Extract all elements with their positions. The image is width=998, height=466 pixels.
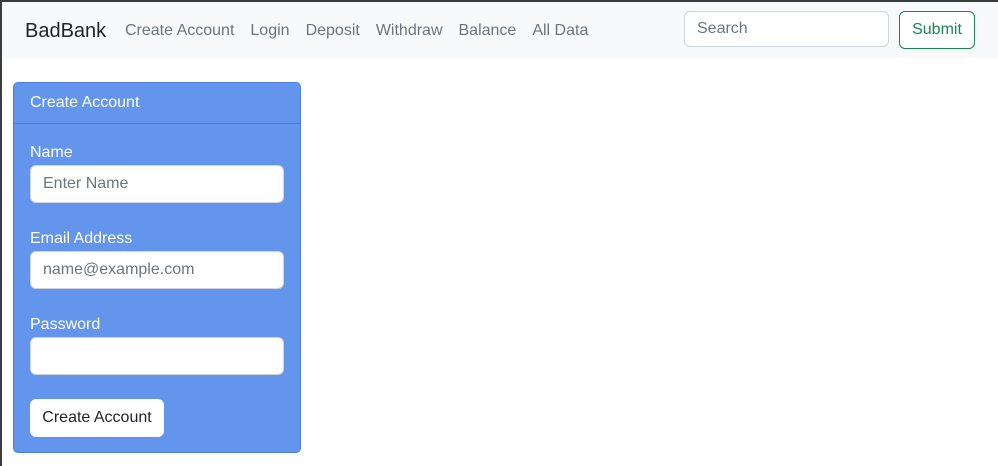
nav-link-login[interactable]: Login — [250, 20, 289, 42]
name-field[interactable] — [30, 165, 284, 203]
create-account-card: Create Account Name Email Address Passwo… — [13, 82, 301, 453]
nav-link-all-data[interactable]: All Data — [532, 20, 588, 42]
search-input[interactable] — [684, 11, 889, 47]
nav-link-deposit[interactable]: Deposit — [306, 20, 360, 42]
search-submit-button[interactable]: Submit — [899, 11, 975, 49]
password-field[interactable] — [30, 337, 284, 375]
navbar: BadBank Create Account Login Deposit Wit… — [2, 2, 998, 58]
email-label: Email Address — [30, 230, 133, 247]
nav-link-balance[interactable]: Balance — [459, 20, 517, 42]
brand-link[interactable]: BadBank — [25, 18, 106, 44]
nav-link-create-account[interactable]: Create Account — [125, 20, 234, 42]
nav-links: Create Account Login Deposit Withdraw Ba… — [125, 20, 604, 42]
password-label: Password — [30, 316, 101, 333]
nav-link-withdraw[interactable]: Withdraw — [376, 20, 443, 42]
name-label: Name — [30, 144, 73, 161]
card-header: Create Account — [14, 83, 300, 124]
email-field[interactable] — [30, 251, 284, 289]
create-account-button[interactable]: Create Account — [30, 399, 164, 437]
app-window: BadBank Create Account Login Deposit Wit… — [0, 0, 998, 466]
